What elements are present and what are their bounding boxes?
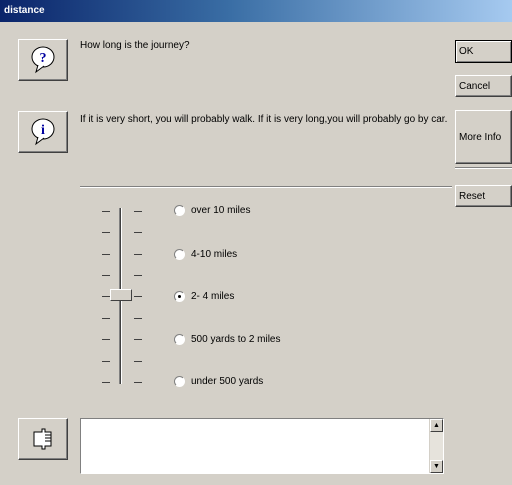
slider-tick (102, 361, 110, 362)
more-info-button-label: More Info (459, 131, 502, 143)
radio-circle[interactable] (174, 376, 185, 387)
cancel-button[interactable]: Cancel (455, 75, 512, 97)
slider-tick (102, 382, 110, 383)
slider-tick (134, 232, 142, 233)
svg-text:i: i (41, 123, 45, 138)
window-title: distance (0, 0, 512, 22)
slider-tick (134, 361, 142, 362)
option-under-500-yards[interactable]: under 500 yards (174, 376, 263, 387)
pointing-hand-icon (33, 428, 52, 450)
option-label: 4-10 miles (191, 249, 238, 260)
slider-tick (134, 254, 142, 255)
radio-circle[interactable] (174, 205, 185, 216)
slider-tick (102, 232, 110, 233)
notes-scrollbar[interactable]: ▲ ▼ (429, 419, 443, 473)
reset-button-label: Reset (459, 190, 486, 202)
svg-text:?: ? (40, 51, 47, 66)
notes-textarea[interactable]: ▲ ▼ (80, 418, 444, 474)
slider-tick (102, 254, 110, 255)
content-separator (80, 186, 452, 188)
scroll-down-arrow[interactable]: ▼ (430, 460, 443, 473)
option-label: under 500 yards (191, 376, 264, 387)
slider-tick (102, 318, 110, 319)
button-separator (455, 167, 512, 169)
slider-tick (102, 339, 110, 340)
option-label: over 10 miles (191, 205, 251, 216)
radio-circle[interactable] (174, 334, 185, 345)
more-info-button[interactable]: More Info (455, 110, 512, 164)
option-over-10-miles[interactable]: over 10 miles (174, 205, 250, 216)
scroll-up-arrow[interactable]: ▲ (430, 419, 443, 432)
option-label: 2- 4 miles (191, 291, 235, 302)
notes-icon-button[interactable] (18, 418, 68, 460)
slider-tick (134, 339, 142, 340)
reset-button[interactable]: Reset (455, 185, 512, 207)
slider-tick (102, 211, 110, 212)
slider-thumb[interactable] (110, 289, 132, 301)
slider-tick (134, 382, 142, 383)
ok-button-label: OK (459, 46, 474, 57)
slider-tick (134, 318, 142, 319)
info-balloon-icon: i (31, 118, 55, 146)
slider-tick (102, 275, 110, 276)
radio-circle[interactable] (174, 249, 185, 260)
slider-tick (134, 211, 142, 212)
option-500-yards-to-2-miles[interactable]: 500 yards to 2 miles (174, 334, 281, 345)
option-label: 500 yards to 2 miles (191, 334, 281, 345)
question-icon-button[interactable]: ? (18, 39, 68, 81)
cancel-button-label: Cancel (459, 80, 491, 92)
question-text: How long is the journey? (80, 40, 190, 51)
question-balloon-icon: ? (31, 46, 55, 74)
option-2-4-miles[interactable]: 2- 4 miles (174, 291, 234, 302)
slider-tick (134, 296, 142, 297)
info-icon-button[interactable]: i (18, 111, 68, 153)
slider-tick (134, 275, 142, 276)
ok-button[interactable]: OK (455, 40, 512, 63)
slider-tick (102, 296, 110, 297)
radio-circle-selected[interactable] (174, 291, 185, 302)
option-4-10-miles[interactable]: 4-10 miles (174, 249, 237, 260)
info-text: If it is very short, you will probably w… (80, 114, 448, 125)
